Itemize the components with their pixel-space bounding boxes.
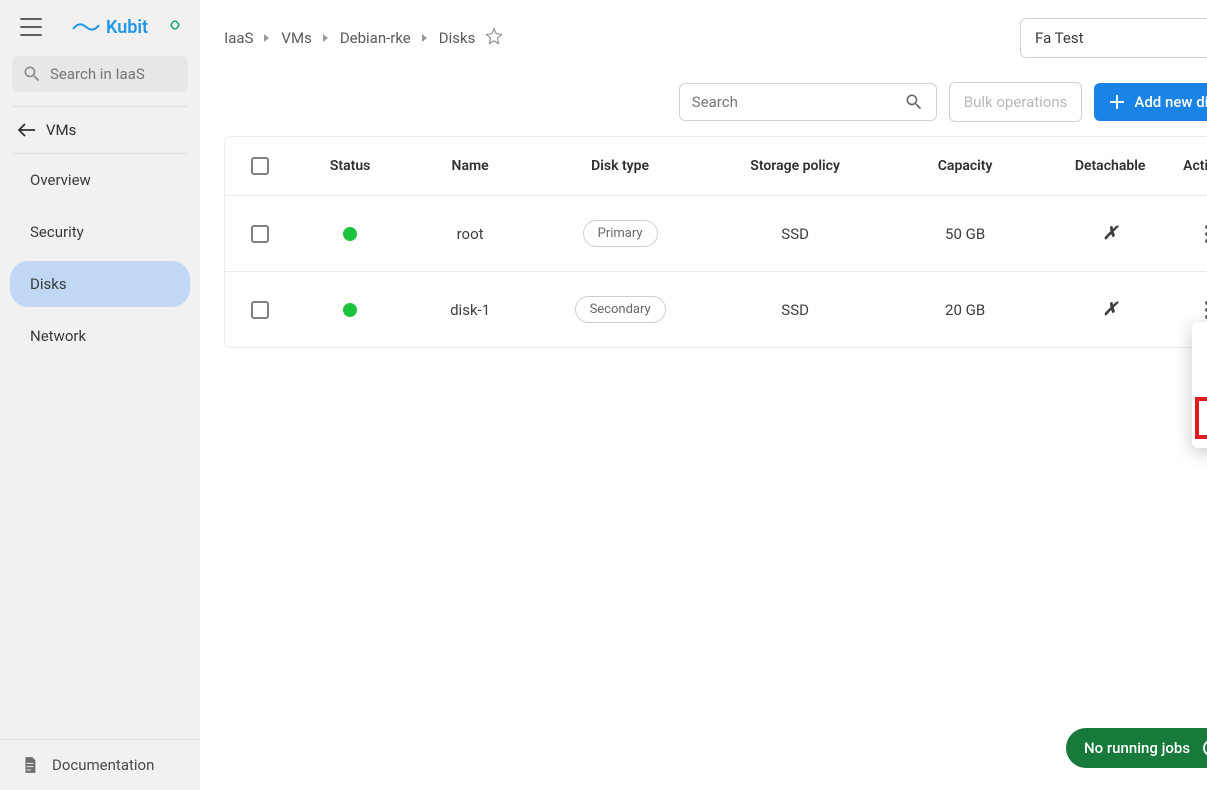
col-disk-type: Disk type (535, 138, 705, 194)
check-circle-icon (1202, 738, 1207, 758)
add-new-disk-button[interactable]: Add new disk (1094, 83, 1207, 121)
disks-table: Status Name Disk type Storage policy Cap… (224, 136, 1207, 348)
menu-item-delete[interactable]: Delete (1192, 404, 1207, 442)
status-dot-active (343, 227, 357, 241)
cell-policy: SSD (705, 277, 885, 343)
cell-name: disk-1 (405, 277, 535, 343)
back-to-vms[interactable]: VMs (0, 107, 200, 153)
sidebar: Kubit VMs Overview Security Disks Networ… (0, 0, 200, 790)
col-name: Name (405, 138, 535, 194)
table-row: root Primary SSD 50 GB ✗ (225, 196, 1207, 272)
cell-name: root (405, 201, 535, 267)
search-icon (22, 64, 42, 84)
row-actions-button[interactable] (1196, 225, 1207, 243)
menu-toggle-button[interactable] (16, 14, 46, 40)
status-dot-active (343, 303, 357, 317)
back-label: VMs (46, 121, 76, 139)
table-row: disk-1 Secondary SSD 20 GB ✗ (225, 272, 1207, 347)
row-actions-menu: Detach Edit Delete (1192, 322, 1207, 448)
hamburger-icon (20, 18, 42, 36)
cell-capacity: 50 GB (885, 201, 1045, 267)
table-search[interactable] (679, 83, 937, 121)
cell-capacity: 20 GB (885, 277, 1045, 343)
wave-icon (72, 19, 100, 35)
bulk-operations-button[interactable]: Bulk operations (949, 82, 1083, 122)
col-detachable: Detachable (1045, 138, 1175, 194)
chevron-right-icon (421, 33, 429, 43)
arrow-left-icon (18, 123, 36, 137)
documentation-label: Documentation (52, 756, 154, 774)
col-capacity: Capacity (885, 138, 1045, 194)
crumb-disks[interactable]: Disks (439, 29, 476, 47)
menu-item-edit[interactable]: Edit (1192, 366, 1207, 404)
project-selector[interactable]: Fa Test (1020, 18, 1207, 58)
add-button-label: Add new disk (1134, 93, 1207, 111)
col-actions: Actions (1175, 138, 1207, 194)
sidebar-item-disks[interactable]: Disks (10, 261, 190, 307)
cell-detachable: ✗ (1045, 199, 1175, 268)
select-all-checkbox[interactable] (251, 157, 269, 175)
breadcrumb: IaaS VMs Debian-rke Disks (224, 27, 503, 49)
search-icon (904, 92, 924, 112)
brand-name: Kubit (106, 17, 148, 38)
col-status: Status (295, 138, 405, 194)
sidebar-search[interactable] (12, 56, 188, 92)
document-icon (20, 754, 40, 776)
crumb-vms[interactable]: VMs (281, 29, 311, 47)
project-selected-label: Fa Test (1035, 29, 1083, 47)
disk-type-pill: Primary (583, 220, 658, 247)
table-search-input[interactable] (692, 93, 904, 111)
sidebar-item-security[interactable]: Security (10, 209, 190, 255)
chevron-right-icon (322, 33, 330, 43)
documentation-link[interactable]: Documentation (0, 739, 200, 790)
cell-detachable: ✗ (1045, 275, 1175, 344)
plus-icon (1110, 95, 1124, 109)
chevron-right-icon (263, 33, 271, 43)
sidebar-item-network[interactable]: Network (10, 313, 190, 359)
main-content: IaaS VMs Debian-rke Disks Fa Test Bulk o… (200, 0, 1207, 790)
jobs-status-label: No running jobs (1084, 739, 1190, 757)
crumb-iaas[interactable]: IaaS (224, 29, 253, 47)
brand-logo[interactable]: Kubit (72, 17, 148, 38)
row-actions-button[interactable] (1196, 301, 1207, 319)
menu-item-detach[interactable]: Detach (1192, 328, 1207, 366)
secondary-logo-icon (166, 16, 184, 38)
row-checkbox[interactable] (251, 225, 269, 243)
disk-type-pill: Secondary (575, 296, 666, 323)
cell-policy: SSD (705, 201, 885, 267)
sidebar-search-input[interactable] (50, 65, 178, 83)
row-checkbox[interactable] (251, 301, 269, 319)
sidebar-item-overview[interactable]: Overview (10, 157, 190, 203)
favorite-button[interactable] (485, 27, 503, 49)
col-storage-policy: Storage policy (705, 138, 885, 194)
jobs-status-pill[interactable]: No running jobs (1066, 728, 1207, 768)
crumb-vm[interactable]: Debian-rke (340, 29, 411, 47)
